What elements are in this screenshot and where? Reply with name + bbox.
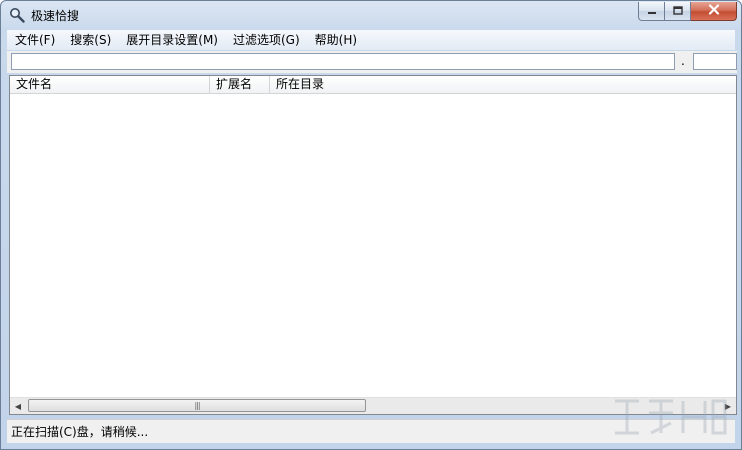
extension-input[interactable] bbox=[693, 53, 737, 70]
column-header-filename[interactable]: 文件名 bbox=[10, 76, 210, 93]
search-input[interactable] bbox=[11, 53, 675, 70]
menu-bar: 文件(F) 搜索(S) 展开目录设置(M) 过滤选项(G) 帮助(H) bbox=[7, 30, 735, 50]
caption-buttons bbox=[638, 2, 737, 22]
extension-separator: . bbox=[681, 54, 685, 68]
results-list[interactable]: 文件名 扩展名 所在目录 ◀ ||| ▶ bbox=[9, 75, 737, 415]
list-header: 文件名 扩展名 所在目录 bbox=[10, 76, 736, 94]
title-bar[interactable]: 极速恰搜 bbox=[1, 1, 741, 29]
watermark-logo bbox=[615, 399, 727, 435]
column-header-directory[interactable]: 所在目录 bbox=[270, 76, 420, 93]
magnifier-icon bbox=[9, 7, 25, 23]
maximize-icon bbox=[672, 4, 683, 18]
search-row: . bbox=[7, 51, 737, 73]
menu-help[interactable]: 帮助(H) bbox=[307, 30, 364, 50]
close-icon bbox=[708, 4, 720, 18]
maximize-button[interactable] bbox=[665, 2, 691, 21]
menu-filter-options[interactable]: 过滤选项(G) bbox=[225, 30, 307, 50]
scroll-thumb[interactable]: ||| bbox=[28, 399, 366, 412]
status-text: 正在扫描(C)盘，请稍候... bbox=[11, 425, 149, 439]
menu-search[interactable]: 搜索(S) bbox=[62, 30, 118, 50]
grip-icon: ||| bbox=[194, 400, 200, 410]
close-button[interactable] bbox=[691, 2, 737, 21]
scroll-left-arrow-icon[interactable]: ◀ bbox=[10, 398, 26, 414]
minimize-button[interactable] bbox=[638, 2, 665, 21]
menu-file[interactable]: 文件(F) bbox=[7, 30, 62, 50]
minimize-icon bbox=[647, 4, 657, 18]
column-header-extension[interactable]: 扩展名 bbox=[210, 76, 270, 93]
menu-expand-dir-settings[interactable]: 展开目录设置(M) bbox=[118, 30, 225, 50]
main-window: 极速恰搜 文件(F) 搜索(S) 展开目录设置(M) 过滤选项(G) 帮助(H)… bbox=[0, 0, 742, 450]
list-body[interactable] bbox=[10, 94, 736, 399]
window-title: 极速恰搜 bbox=[31, 9, 80, 23]
